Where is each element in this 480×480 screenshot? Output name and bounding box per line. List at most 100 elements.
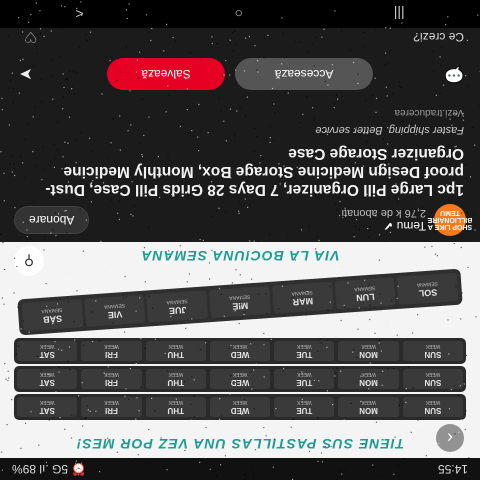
monthly-compartment: JUE SEMANA bbox=[146, 290, 209, 323]
monthly-day-label: VIE bbox=[107, 309, 123, 321]
subscribe-button[interactable]: Abonare bbox=[14, 206, 90, 234]
pill-compartment: FRI WEEK bbox=[81, 341, 142, 361]
status-time: 14:55 bbox=[437, 462, 468, 476]
pill-compartment: SUN WEEK bbox=[402, 369, 463, 389]
verified-icon: ✔ bbox=[383, 219, 394, 233]
week-label: WEEK bbox=[104, 343, 119, 350]
week-label: WEEK bbox=[425, 399, 441, 406]
pill-compartment: MON WEEK bbox=[338, 397, 399, 417]
pin-description: Faster shipping. Better service bbox=[315, 124, 464, 136]
pin-screen: 14:55 ⏰ 5G .ıl 89% TIENE SUS PASTILLAS U… bbox=[0, 0, 480, 480]
day-label: THU bbox=[167, 378, 184, 388]
week-label: WEEK bbox=[168, 371, 184, 378]
week-label: WEEK bbox=[168, 399, 184, 406]
week-label: WEEK bbox=[425, 371, 441, 378]
pill-compartment: TUE WEEK bbox=[274, 397, 335, 417]
pill-compartment: FRI WEEK bbox=[81, 397, 142, 417]
monthly-sublabel: SEMANA bbox=[354, 284, 376, 292]
home-button[interactable]: ○ bbox=[234, 6, 242, 22]
store-row: SHOP LIKE A BILLIONAIRE TEMU Temu ✔ 2,76… bbox=[0, 198, 480, 242]
pill-compartment: WED WEEK bbox=[209, 341, 271, 361]
pill-compartment: THU WEEK bbox=[145, 341, 206, 361]
day-label: SUN bbox=[424, 350, 442, 360]
back-button[interactable]: < bbox=[75, 6, 83, 22]
week-label: WEEK bbox=[104, 399, 119, 406]
week-label: WEEK bbox=[104, 371, 119, 378]
monthly-day-label: LUN bbox=[355, 291, 375, 303]
week-label: WEEK bbox=[168, 343, 184, 350]
day-label: TUE bbox=[296, 406, 313, 416]
pill-compartment: SUN WEEK bbox=[402, 397, 463, 417]
pill-compartment: WED WEEK bbox=[209, 369, 271, 389]
monthly-day-label: JUE bbox=[168, 304, 187, 316]
week-label: WEEK bbox=[296, 399, 312, 406]
monthly-sublabel: SEMANA bbox=[416, 280, 439, 288]
day-label: SAT bbox=[39, 350, 55, 360]
visual-search-icon[interactable]: ⚲ bbox=[14, 246, 44, 276]
week-label: WEEK bbox=[39, 371, 55, 378]
system-nav-bar: ||| ○ < bbox=[0, 0, 480, 28]
week-label: WEEK bbox=[296, 371, 312, 378]
day-label: SAT bbox=[39, 378, 55, 388]
save-button[interactable]: Salvează bbox=[107, 58, 225, 90]
pill-compartment: FRI WEEK bbox=[81, 369, 142, 389]
pill-compartment: THU WEEK bbox=[145, 397, 206, 417]
monthly-compartment: MAR SEMANA bbox=[271, 281, 334, 314]
day-label: WED bbox=[230, 350, 250, 360]
pill-compartment: TUE WEEK bbox=[274, 369, 335, 389]
pin-title: 1pc Large Pill Organizer, 7 Days 28 Grid… bbox=[45, 145, 464, 198]
week-label: WEEK bbox=[425, 343, 441, 350]
day-label: MON bbox=[359, 406, 378, 416]
product-image[interactable]: TIENE SUS PASTILLAS UNA VEZ POR MES! SUN… bbox=[0, 242, 480, 458]
week-row: SUN WEEK MON WEEK TUE WEEK WED WEEK THU WEEK FRI WE… bbox=[14, 338, 466, 364]
monthly-sublabel: SEMANA bbox=[228, 293, 251, 301]
monthly-compartment: VIE SEMANA bbox=[84, 294, 146, 327]
monthly-compartment: MIÉ SEMANA bbox=[209, 285, 271, 319]
heart-icon[interactable]: ♡ bbox=[24, 28, 37, 46]
monthly-compartment: SÁB SEMANA bbox=[21, 299, 84, 332]
day-label: FRI bbox=[105, 378, 118, 388]
week-label: WEEK bbox=[39, 399, 55, 406]
subscriber-count: 2,76 k de abonați bbox=[341, 207, 426, 219]
week-label: WEEK bbox=[361, 371, 376, 378]
recents-button[interactable]: ||| bbox=[394, 6, 405, 22]
day-label: FRI bbox=[105, 406, 118, 416]
day-label: SUN bbox=[424, 378, 442, 388]
week-label: WEEK bbox=[39, 343, 55, 350]
pill-compartment: SAT WEEK bbox=[17, 369, 78, 389]
image-top-text: TIENE SUS PASTILLAS UNA VEZ POR MES! bbox=[75, 436, 405, 452]
day-label: FRI bbox=[105, 350, 118, 360]
day-label: MON bbox=[359, 378, 378, 388]
logo-text: SHOP LIKE A BILLIONAIRE TEMU bbox=[427, 209, 473, 231]
monthly-compartment: SOL SEMANA bbox=[396, 272, 459, 305]
monthly-day-label: SOL bbox=[418, 287, 438, 299]
store-name[interactable]: Temu ✔ bbox=[97, 219, 426, 233]
week-label: WEEK bbox=[296, 343, 312, 350]
day-label: MON bbox=[359, 350, 378, 360]
comment-icon[interactable]: 💬 bbox=[442, 62, 466, 86]
visit-button[interactable]: Accesează bbox=[235, 58, 373, 90]
week-label: WEEK bbox=[232, 343, 248, 350]
pill-compartment: SAT WEEK bbox=[17, 341, 78, 361]
monthly-sublabel: SEMANA bbox=[291, 288, 313, 297]
pill-compartment: SAT WEEK bbox=[17, 397, 78, 417]
monthly-day-label: MIÉ bbox=[231, 300, 249, 312]
monthly-day-label: MAR bbox=[292, 295, 314, 308]
week-label: WEEK bbox=[232, 371, 248, 378]
day-label: SAT bbox=[39, 406, 55, 416]
week-label: WEEK bbox=[232, 399, 248, 406]
share-icon[interactable]: ➤ bbox=[14, 62, 38, 86]
see-translation-link[interactable]: Vezi.traducerea bbox=[395, 107, 465, 118]
pill-compartment: MON WEEK bbox=[338, 341, 399, 361]
temu-logo[interactable]: SHOP LIKE A BILLIONAIRE TEMU bbox=[428, 204, 472, 236]
day-label: WED bbox=[230, 378, 250, 388]
day-label: TUE bbox=[296, 350, 313, 360]
day-label: THU bbox=[167, 406, 184, 416]
week-label: WEEK bbox=[361, 343, 376, 350]
back-arrow-icon[interactable]: ‹ bbox=[436, 424, 464, 452]
pill-compartment: TUE WEEK bbox=[274, 341, 335, 361]
monthly-sublabel: SEMANA bbox=[166, 297, 188, 306]
comment-prompt[interactable]: Ce crezi? bbox=[413, 30, 464, 44]
week-row: SUN WEEK MON WEEK TUE WEEK WED WEEK THU WEEK FRI WE… bbox=[14, 394, 466, 420]
monthly-organizer: SOL SEMANA LUN SEMANA MAR SEMANA MIÉ SEMANA JUE S… bbox=[17, 268, 463, 336]
